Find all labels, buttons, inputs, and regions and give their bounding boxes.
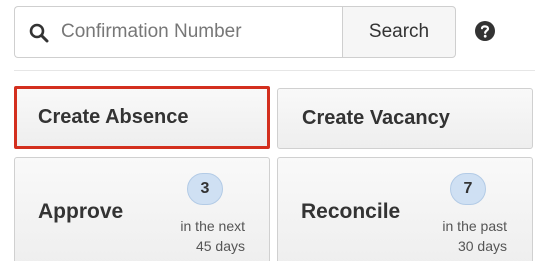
create-absence-button[interactable]: Create Absence (14, 86, 270, 149)
approve-caption-line2: 45 days (195, 238, 245, 254)
confirmation-number-input[interactable] (61, 7, 337, 57)
approve-title: Approve (38, 200, 124, 223)
reconcile-caption-line1: in the past (442, 218, 507, 234)
search-group: Search (14, 6, 456, 58)
search-button[interactable]: Search (342, 6, 456, 58)
approve-caption-line1: in the next (180, 218, 245, 234)
search-icon (29, 23, 49, 43)
reconcile-card[interactable]: Reconcile 7 in the past 30 days (277, 157, 533, 261)
reconcile-caption: in the past 30 days (442, 216, 507, 256)
reconcile-title: Reconcile (301, 200, 401, 223)
approve-count-badge: 3 (187, 173, 223, 205)
approve-caption: in the next 45 days (180, 216, 245, 256)
divider (14, 70, 535, 71)
approve-card[interactable]: Approve 3 in the next 45 days (14, 157, 270, 261)
search-field[interactable] (14, 6, 342, 58)
reconcile-count-badge: 7 (450, 173, 486, 205)
create-vacancy-button[interactable]: Create Vacancy (277, 88, 533, 149)
reconcile-caption-line2: 30 days (457, 238, 507, 254)
question-circle-icon[interactable] (474, 20, 496, 42)
